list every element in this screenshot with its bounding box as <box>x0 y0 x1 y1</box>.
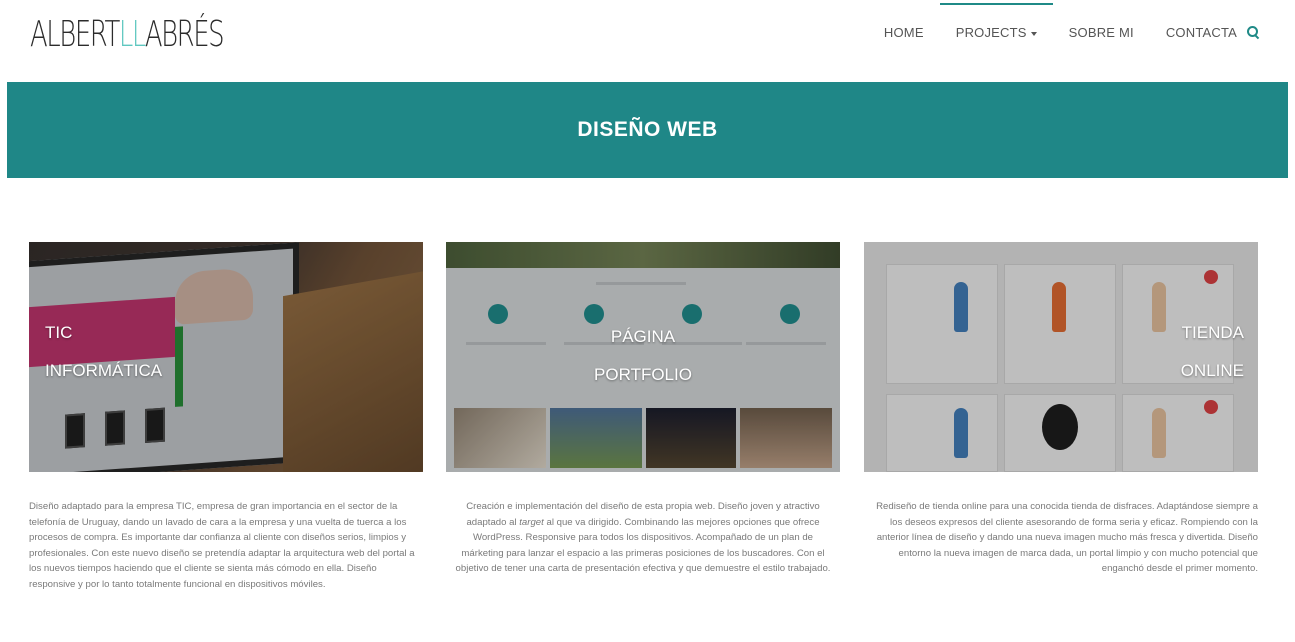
project-description: Diseño adaptado para la empresa TIC, emp… <box>29 501 415 590</box>
site-header: ALBERT LL ABRÉS HOME PROJECTS SOBRE MI CON… <box>0 0 1295 82</box>
search-icon[interactable] <box>1247 26 1259 38</box>
nav-item-label: PROJECTS <box>955 24 1027 40</box>
caption-line: TIC <box>45 323 73 342</box>
caption-line: PORTFOLIO <box>594 365 692 384</box>
nav-item-contacta[interactable]: CONTACTA <box>1166 0 1259 64</box>
caption-line: INFORMÁTICA <box>45 361 163 380</box>
caption-line: PÁGINA <box>610 327 676 346</box>
project-thumbnail-tic[interactable]: TIC INFORMÁTICA <box>29 242 423 472</box>
project-description: Rediseño de tienda online para una conoc… <box>876 501 1258 575</box>
thumbnail-caption: TIENDA ONLINE <box>1181 314 1244 390</box>
nav-item-home[interactable]: HOME <box>884 0 924 64</box>
project-card-tienda: TIENDA ONLINE Rediseño de tienda online … <box>864 242 1258 577</box>
project-card-tic: TIC INFORMÁTICA Diseño adaptado para la … <box>29 242 423 593</box>
logo-text-end: ABRÉS <box>144 14 225 55</box>
logo-text-start: ALBERT <box>30 14 120 55</box>
description-emphasis: target <box>519 516 544 528</box>
nav-item-sobre-mi[interactable]: SOBRE MI <box>1069 0 1134 64</box>
caption-line: TIENDA <box>1181 323 1244 342</box>
project-card-portfolio: PÁGINA PORTFOLIO Creación e implementaci… <box>446 242 840 577</box>
project-thumbnail-tienda[interactable]: TIENDA ONLINE <box>864 242 1258 472</box>
logo-text-accent: LL <box>118 14 146 55</box>
page-title: DISEÑO WEB <box>577 118 718 141</box>
thumbnail-caption: PÁGINA PORTFOLIO <box>446 318 840 394</box>
project-description: Creación e implementación del diseño de … <box>446 499 840 577</box>
caret-down-icon <box>1030 32 1037 36</box>
site-logo[interactable]: ALBERT LL ABRÉS <box>30 13 225 57</box>
caption-line: ONLINE <box>1180 361 1244 380</box>
main-nav: HOME PROJECTS SOBRE MI CONTACTA <box>852 0 1259 64</box>
page-banner: DISEÑO WEB <box>7 82 1288 178</box>
nav-item-projects[interactable]: PROJECTS <box>939 0 1053 64</box>
nav-item-label: HOME <box>883 24 924 40</box>
thumbnail-caption: TIC INFORMÁTICA <box>45 314 162 390</box>
nav-item-label: SOBRE MI <box>1068 24 1134 40</box>
nav-item-label: CONTACTA <box>1165 24 1237 40</box>
project-thumbnail-portfolio[interactable]: PÁGINA PORTFOLIO <box>446 242 840 472</box>
